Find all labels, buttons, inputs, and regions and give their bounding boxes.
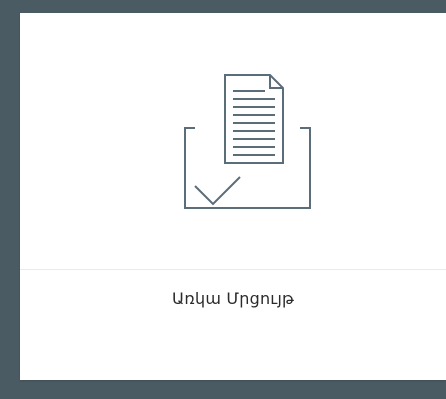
page-background: Առկա Մրցույթ (0, 0, 446, 399)
existing-competition-card[interactable]: Առկա Մրցույթ (20, 13, 446, 380)
document-in-tray-check-icon (165, 73, 315, 233)
card-divider (20, 269, 446, 270)
card-label: Առկա Մրցույթ (171, 289, 295, 308)
